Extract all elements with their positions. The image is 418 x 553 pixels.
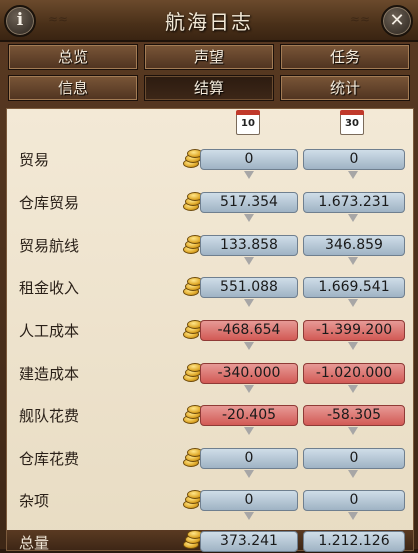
value-10-warehouse-cost: 0	[200, 448, 298, 469]
calendar-30-icon: 30	[340, 110, 364, 135]
separator-arrow	[244, 385, 254, 393]
row-label-rent-income: 租金收入	[19, 279, 80, 297]
separator-arrow	[348, 427, 358, 435]
separator-arrow	[244, 512, 254, 520]
separator-arrow	[348, 385, 358, 393]
total-row: 总量 373.241 1.212.126	[7, 530, 413, 552]
total-label: 总量	[19, 534, 50, 552]
separator-arrow	[244, 299, 254, 307]
value-30-trade-routes: 346.859	[303, 235, 405, 256]
row-label-warehouse-cost: 仓库花费	[19, 450, 80, 468]
value-10-fleet-cost: -20.405	[200, 405, 298, 426]
value-10-misc: 0	[200, 490, 298, 511]
settlement-panel: 10 30 贸易 0 0 仓库贸易 517.354 1.673.231 贸易航线…	[6, 108, 414, 552]
value-10-trade: 0	[200, 149, 298, 170]
separator-arrow	[348, 257, 358, 265]
value-30-trade: 0	[303, 149, 405, 170]
row-label-misc: 杂项	[19, 492, 50, 510]
value-10-warehouse-trade: 517.354	[200, 192, 298, 213]
value-10-trade-routes: 133.858	[200, 235, 298, 256]
separator-arrow	[244, 214, 254, 222]
tab-info[interactable]: 信息	[8, 75, 138, 101]
title-bar: i ≈≈ 航海日志 ≈≈ ✕	[0, 0, 418, 42]
close-icon[interactable]: ✕	[381, 5, 413, 37]
value-30-warehouse-trade: 1.673.231	[303, 192, 405, 213]
separator-arrow	[348, 214, 358, 222]
separator-arrow	[348, 470, 358, 478]
tab-tasks[interactable]: 任务	[280, 44, 410, 70]
separator-arrow	[348, 171, 358, 179]
value-30-labor-cost: -1.399.200	[303, 320, 405, 341]
row-label-construction-cost: 建造成本	[19, 365, 80, 383]
row-label-fleet-cost: 舰队花费	[19, 407, 80, 425]
value-30-misc: 0	[303, 490, 405, 511]
row-label-labor-cost: 人工成本	[19, 322, 80, 340]
separator-arrow	[348, 299, 358, 307]
value-10-rent-income: 551.088	[200, 277, 298, 298]
tab-settlement[interactable]: 结算	[144, 75, 274, 101]
value-30-construction-cost: -1.020.000	[303, 363, 405, 384]
value-30-warehouse-cost: 0	[303, 448, 405, 469]
value-30-rent-income: 1.669.541	[303, 277, 405, 298]
separator-arrow	[244, 342, 254, 350]
decoration-right: ≈≈	[349, 12, 370, 26]
row-label-trade-routes: 贸易航线	[19, 237, 80, 255]
logbook-window: i ≈≈ 航海日志 ≈≈ ✕ 总览 声望 任务 信息 结算 统计 10 30 贸…	[0, 0, 418, 552]
row-label-trade: 贸易	[19, 151, 50, 169]
separator-arrow	[244, 470, 254, 478]
separator-arrow	[244, 257, 254, 265]
tab-overview[interactable]: 总览	[8, 44, 138, 70]
value-30-fleet-cost: -58.305	[303, 405, 405, 426]
tab-reputation[interactable]: 声望	[144, 44, 274, 70]
value-10-construction-cost: -340.000	[200, 363, 298, 384]
separator-arrow	[244, 427, 254, 435]
separator-arrow	[348, 342, 358, 350]
tab-statistics[interactable]: 统计	[280, 75, 410, 101]
separator-arrow	[244, 171, 254, 179]
value-10-labor-cost: -468.654	[200, 320, 298, 341]
row-label-warehouse-trade: 仓库贸易	[19, 194, 80, 212]
calendar-10-icon: 10	[236, 110, 260, 135]
separator-arrow	[348, 512, 358, 520]
tab-bar: 总览 声望 任务 信息 结算 统计	[8, 44, 410, 102]
